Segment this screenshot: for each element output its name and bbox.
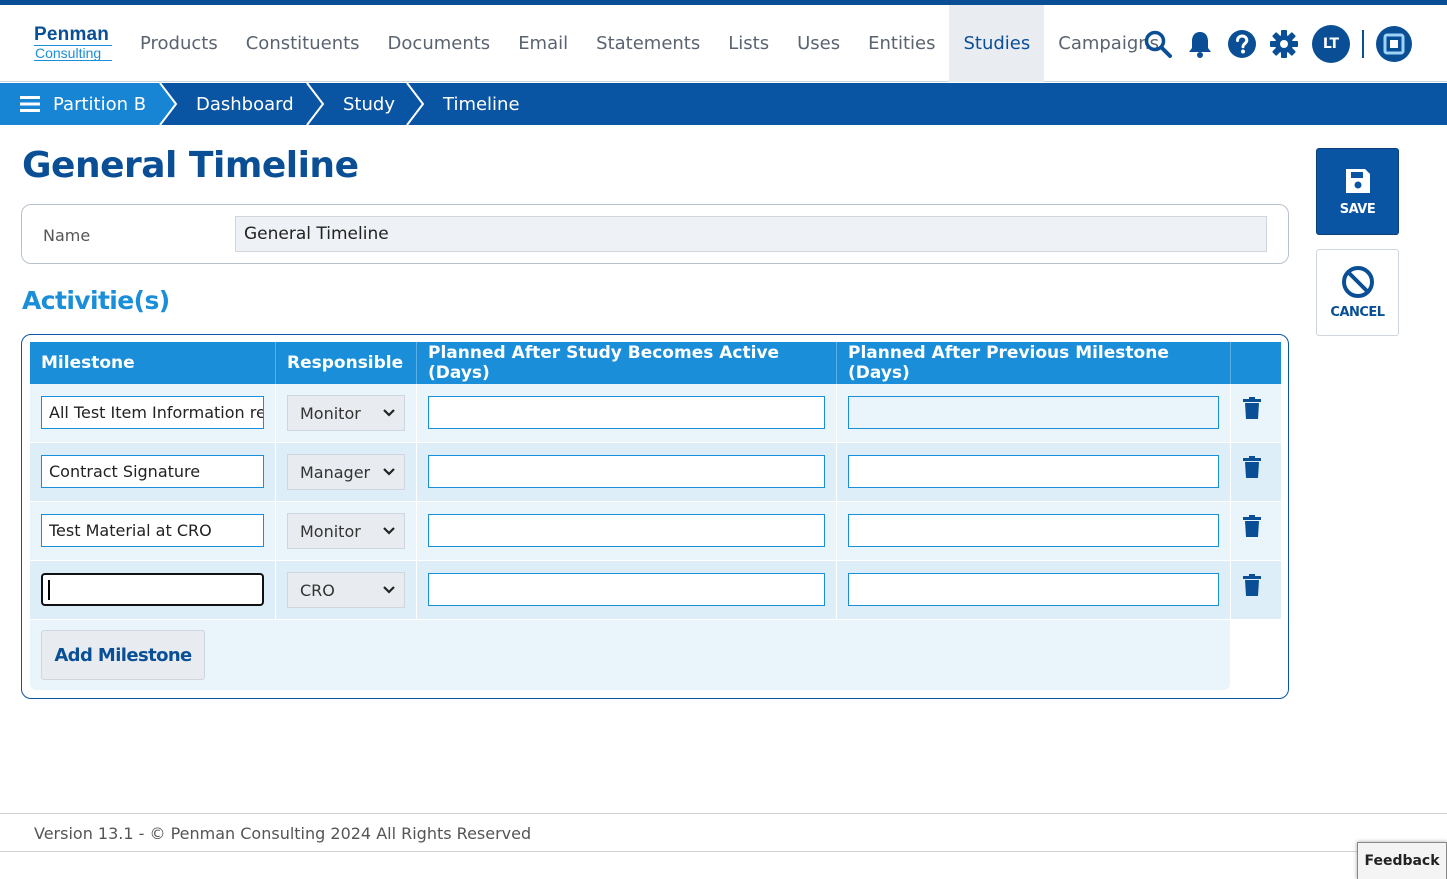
name-panel: Name <box>21 204 1289 264</box>
trash-icon[interactable] <box>1243 515 1261 537</box>
partition-label: Partition B <box>53 93 147 115</box>
save-button[interactable]: SAVE <box>1316 148 1399 235</box>
nav-studies[interactable]: Studies <box>949 5 1045 82</box>
text-cursor <box>48 580 50 600</box>
table-header: Milestone Responsible Planned After Stud… <box>30 342 1281 384</box>
chevron-down-icon <box>383 468 395 476</box>
nav-uses[interactable]: Uses <box>783 5 854 82</box>
feedback-button[interactable]: Feedback <box>1357 842 1447 879</box>
main-nav: Products Constituents Documents Email St… <box>126 5 1173 82</box>
nav-entities[interactable]: Entities <box>854 5 949 82</box>
planned-after-active-input[interactable] <box>428 514 825 547</box>
logo-line-2: Consulting <box>34 45 112 61</box>
nav-lists[interactable]: Lists <box>714 5 783 82</box>
breadcrumb: Partition B Dashboard Study Timeline <box>0 83 1447 125</box>
floppy-disk-icon <box>1345 169 1370 193</box>
help-icon[interactable] <box>1224 26 1260 62</box>
planned-after-active-input[interactable] <box>428 573 825 606</box>
partition-menu[interactable]: Partition B <box>0 83 160 125</box>
header-divider <box>1362 30 1364 58</box>
trash-icon[interactable] <box>1243 456 1261 478</box>
penman-consulting-logo[interactable]: Penman Consulting <box>34 25 112 65</box>
planned-after-previous-input[interactable] <box>848 514 1219 547</box>
table-row: Monitor <box>30 384 1281 442</box>
nav-email[interactable]: Email <box>504 5 582 82</box>
gear-icon[interactable] <box>1266 26 1302 62</box>
trash-icon[interactable] <box>1243 397 1261 419</box>
ban-icon <box>1341 266 1374 298</box>
planned-after-previous-input[interactable] <box>848 396 1219 429</box>
breadcrumb-chevron-icon <box>406 83 425 125</box>
page-title: General Timeline <box>22 145 359 186</box>
column-actions <box>1231 342 1281 384</box>
planned-after-active-input[interactable] <box>428 396 825 429</box>
save-label: SAVE <box>1339 202 1376 217</box>
trash-icon[interactable] <box>1243 574 1261 596</box>
breadcrumb-timeline: Timeline <box>443 93 520 115</box>
planned-after-active-input[interactable] <box>428 455 825 488</box>
table-row: Monitor <box>30 502 1281 560</box>
nav-statements[interactable]: Statements <box>582 5 714 82</box>
activities-table: Milestone Responsible Planned After Stud… <box>21 334 1289 699</box>
milestone-input[interactable] <box>41 396 264 429</box>
add-milestone-button[interactable]: Add Milestone <box>41 630 205 680</box>
column-planned-after-previous: Planned After Previous Milestone (Days) <box>837 342 1231 384</box>
top-navigation-bar: Penman Consulting Products Constituents … <box>0 0 1447 82</box>
column-responsible: Responsible <box>276 342 417 384</box>
responsible-select[interactable]: Monitor <box>287 513 405 549</box>
bell-icon[interactable] <box>1182 26 1218 62</box>
activities-heading: Activitie(s) <box>22 286 170 315</box>
milestone-input-focused[interactable] <box>41 573 264 606</box>
planned-after-previous-input[interactable] <box>848 455 1219 488</box>
milestone-input[interactable] <box>41 514 264 547</box>
hamburger-icon <box>20 95 40 113</box>
search-icon[interactable] <box>1140 26 1176 62</box>
footer: Version 13.1 - © Penman Consulting 2024 … <box>0 813 1447 852</box>
name-label: Name <box>43 226 91 245</box>
table-row: CRO <box>30 561 1281 619</box>
breadcrumb-study[interactable]: Study <box>343 83 395 125</box>
logo-line-1: Penman <box>34 24 110 45</box>
responsible-select[interactable]: Monitor <box>287 395 405 431</box>
chevron-down-icon <box>383 527 395 535</box>
cancel-label: CANCEL <box>1330 305 1385 320</box>
header-icons: LT <box>1140 25 1412 63</box>
nav-documents[interactable]: Documents <box>374 5 505 82</box>
breadcrumb-chevron-icon <box>306 83 325 125</box>
add-milestone-area: Add Milestone <box>30 620 1230 690</box>
name-input[interactable] <box>235 216 1267 252</box>
responsible-select[interactable]: Manager <box>287 454 405 490</box>
user-avatar[interactable]: LT <box>1312 25 1350 63</box>
planned-after-previous-input[interactable] <box>848 573 1219 606</box>
milestone-input[interactable] <box>41 455 264 488</box>
column-milestone: Milestone <box>30 342 276 384</box>
breadcrumb-dashboard[interactable]: Dashboard <box>196 83 294 125</box>
app-switcher-icon[interactable] <box>1376 26 1412 62</box>
cancel-button[interactable]: CANCEL <box>1316 249 1399 336</box>
responsible-select[interactable]: CRO <box>287 572 405 608</box>
column-planned-after-active: Planned After Study Becomes Active (Days… <box>417 342 837 384</box>
table-row: Manager <box>30 443 1281 501</box>
chevron-down-icon <box>383 586 395 594</box>
breadcrumb-chevron-icon <box>156 83 178 125</box>
nav-constituents[interactable]: Constituents <box>232 5 374 82</box>
chevron-down-icon <box>383 409 395 417</box>
nav-products[interactable]: Products <box>126 5 232 82</box>
footer-copyright: Version 13.1 - © Penman Consulting 2024 … <box>34 824 532 843</box>
